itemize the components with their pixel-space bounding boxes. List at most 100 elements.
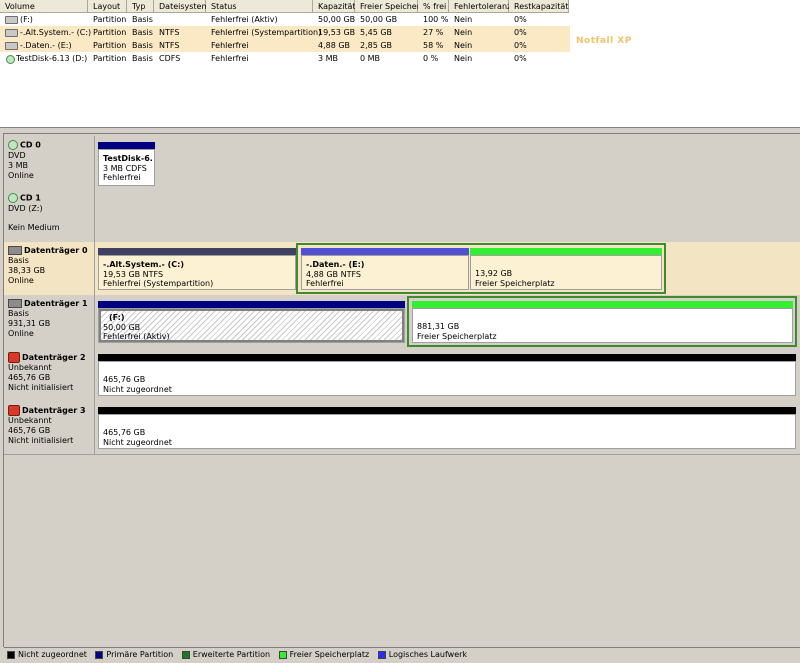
volume-row[interactable]: -.Alt.System.- (C:) Partition Basis NTFS…: [0, 26, 570, 39]
disk-row-1[interactable]: Datenträger 1 Basis 931,31 GB Online (F:…: [4, 295, 800, 349]
partition-title: [103, 419, 795, 428]
partition-size: 50,00 GB: [103, 322, 141, 332]
disk-state: Nicht initialisiert: [8, 383, 74, 392]
annotation-label: Notfall XP: [576, 36, 632, 46]
free-space-d1[interactable]: 881,31 GB Freier Speicherplatz: [412, 301, 793, 343]
volume-list: Volume Layout Typ Dateisystem Status Kap…: [0, 0, 800, 128]
free-space-d0[interactable]: 13,92 GB Freier Speicherplatz: [470, 248, 662, 290]
unallocated-d3[interactable]: 465,76 GB Nicht zugeordnet: [98, 407, 796, 449]
primary-partition-bar: [98, 142, 155, 149]
col-header-fehlertoleranz[interactable]: Fehlertoleranz: [449, 0, 511, 13]
disk-type: Unbekannt: [8, 416, 52, 425]
volume-status: Fehlerfrei (Aktiv): [211, 15, 278, 24]
partition-status: Freier Speicherplatz: [417, 331, 497, 341]
partition-c[interactable]: -.Alt.System.- (C:) 19,53 GB NTFS Fehler…: [98, 248, 296, 290]
col-header-restkapazitaet[interactable]: Restkapazität: [509, 0, 569, 13]
legend-label: Freier Speicherplatz: [289, 650, 370, 659]
volume-pct: 0 %: [423, 54, 439, 63]
disk-row-cd1[interactable]: CD 1 DVD (Z:) Kein Medium: [4, 189, 800, 243]
disk-size: 931,31 GB: [8, 319, 51, 328]
partition-cd0[interactable]: TestDisk-6. 3 MB CDFS Fehlerfrei: [98, 142, 155, 186]
partition-status: Fehlerfrei: [103, 173, 141, 182]
disk-name: Datenträger 0: [24, 246, 88, 255]
partition-size: 13,92 GB: [475, 269, 513, 278]
volume-kapazitaet: 19,53 GB: [318, 28, 356, 37]
partition-size: 465,76 GB: [103, 375, 146, 384]
disk-size: 465,76 GB: [8, 373, 51, 382]
unallocated-d2[interactable]: 465,76 GB Nicht zugeordnet: [98, 354, 796, 396]
partition-title: [103, 366, 795, 375]
disk-type: Unbekannt: [8, 363, 52, 372]
partition-e[interactable]: -.Daten.- (E:) 4,88 GB NTFS Fehlerfrei: [301, 248, 469, 290]
disk-name: Datenträger 1: [24, 299, 88, 308]
volume-row[interactable]: TestDisk-6.13 (D:) Partition Basis CDFS …: [0, 52, 570, 65]
col-header-status[interactable]: Status: [206, 0, 313, 13]
disk-name: CD 0: [20, 140, 41, 150]
disk-row-cd0[interactable]: CD 0 DVD 3 MB Online TestDisk-6. 3 MB CD…: [4, 136, 800, 190]
disk-label: Datenträger 2 Unbekannt 465,76 GB Nicht …: [8, 352, 96, 393]
volume-rest: 0%: [514, 41, 527, 50]
volume-fs: CDFS: [159, 54, 181, 63]
col-header-volume[interactable]: Volume: [0, 0, 88, 13]
volume-layout: Partition: [93, 41, 127, 50]
partition-status: Freier Speicherplatz: [475, 278, 555, 288]
logical-drive-bar: [301, 248, 469, 255]
volume-status: Fehlerfrei: [211, 41, 249, 50]
volume-row[interactable]: -.Daten.- (E:) Partition Basis NTFS Fehl…: [0, 39, 570, 52]
legend-item: Logisches Laufwerk: [377, 650, 467, 659]
volume-fehlertoleranz: Nein: [454, 41, 473, 50]
volume-frei: 5,45 GB: [360, 28, 393, 37]
volume-typ: Basis: [132, 28, 153, 37]
disk-state: Nicht initialisiert: [8, 436, 74, 445]
col-header-layout[interactable]: Layout: [88, 0, 127, 13]
volume-kapazitaet: 50,00 GB: [318, 15, 356, 24]
partition-f[interactable]: (F:) 50,00 GB Fehlerfrei (Aktiv): [98, 301, 405, 343]
disk-row-0[interactable]: Datenträger 0 Basis 38,33 GB Online -.Al…: [4, 242, 800, 296]
primary-partition-bar: [98, 301, 405, 308]
disk-label: Datenträger 1 Basis 931,31 GB Online: [8, 299, 96, 339]
volume-row[interactable]: (F:) Partition Basis Fehlerfrei (Aktiv) …: [0, 13, 570, 26]
disk-row-2[interactable]: Datenträger 2 Unbekannt 465,76 GB Nicht …: [4, 348, 800, 402]
partition-size: 3 MB CDFS: [103, 163, 147, 173]
unknown-disk-icon: [8, 352, 20, 363]
disk-row-3[interactable]: Datenträger 3 Unbekannt 465,76 GB Nicht …: [4, 401, 800, 455]
volume-status: Fehlerfrei: [211, 54, 249, 63]
col-header-dateisystem[interactable]: Dateisystem: [154, 0, 209, 13]
volume-typ: Basis: [132, 15, 153, 24]
unallocated-bar: [98, 354, 796, 361]
partition-size: 19,53 GB NTFS: [103, 269, 164, 279]
partition-status: Nicht zugeordnet: [103, 437, 172, 447]
volume-pct: 100 %: [423, 15, 449, 24]
drive-icon: [5, 41, 18, 50]
volume-rest: 0%: [514, 54, 527, 63]
hard-disk-icon: [8, 246, 22, 255]
disk-label: CD 1 DVD (Z:) Kein Medium: [8, 193, 96, 233]
legend-swatch: [377, 650, 386, 659]
partition-title: (F:): [109, 313, 125, 322]
volume-fehlertoleranz: Nein: [454, 54, 473, 63]
partition-status: Fehlerfrei: [306, 279, 344, 288]
partition-size: 881,31 GB: [417, 322, 460, 331]
col-header-freier-speicher[interactable]: Freier Speicher: [355, 0, 420, 13]
partition-size: 4,88 GB NTFS: [306, 269, 361, 279]
volume-pct: 58 %: [423, 41, 444, 50]
unallocated-bar: [98, 407, 796, 414]
disk-size: 465,76 GB: [8, 426, 51, 435]
partition-size: 465,76 GB: [103, 428, 146, 437]
volume-frei: 50,00 GB: [360, 15, 398, 24]
cd-drive-icon: [8, 140, 18, 150]
col-header-typ[interactable]: Typ: [127, 0, 154, 13]
legend-label: Primäre Partition: [106, 650, 174, 659]
legend-label: Nicht zugeordnet: [18, 650, 87, 659]
disk-name: CD 1: [20, 193, 41, 203]
col-header-prozent-frei[interactable]: % frei: [418, 0, 449, 13]
logical-drive-bar: [98, 248, 296, 255]
partition-title: [475, 260, 661, 269]
disk-type: DVD (Z:): [8, 203, 43, 213]
col-header-kapazitaet[interactable]: Kapazität: [313, 0, 356, 13]
legend-swatch: [95, 650, 104, 659]
volume-fehlertoleranz: Nein: [454, 28, 473, 37]
cd-drive-icon: [5, 54, 15, 64]
disk-name: Datenträger 2: [22, 353, 86, 362]
volume-fs: NTFS: [159, 41, 180, 50]
